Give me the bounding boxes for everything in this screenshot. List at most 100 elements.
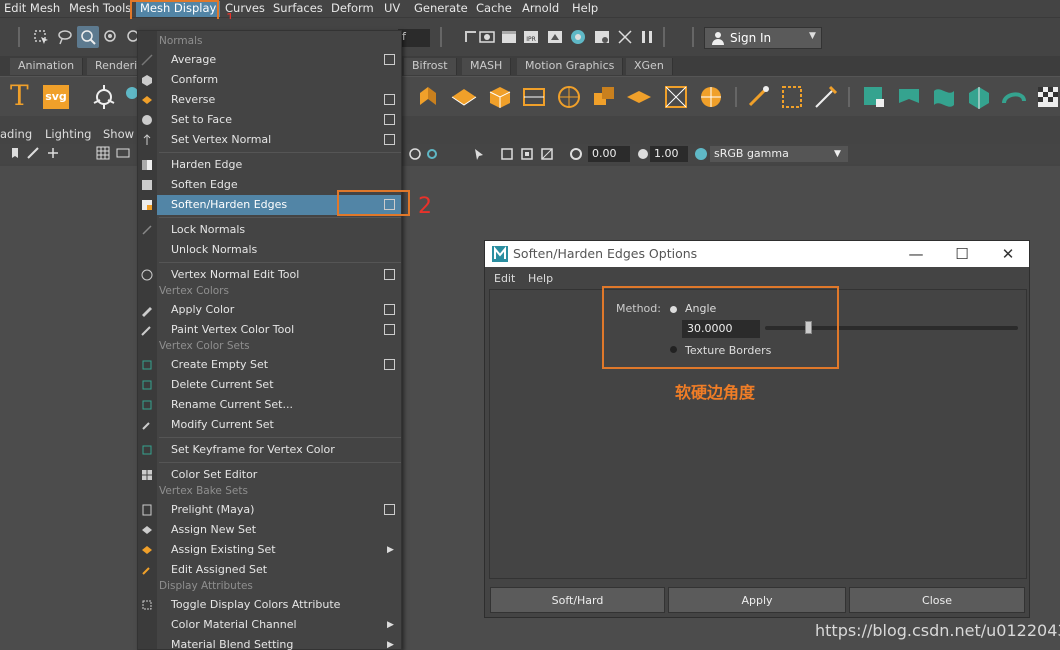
viewport-menu-shading[interactable]: ading [0,127,32,141]
camera-attributes-icon[interactable] [26,146,40,160]
cursor-icon[interactable] [472,147,486,161]
menu-item-create-empty-set[interactable]: Create Empty Set [157,355,401,375]
option-box-icon[interactable] [384,504,395,515]
wireframe-icon[interactable] [540,147,554,161]
color-space-dropdown[interactable]: sRGB gamma ▼ [710,146,848,162]
close-icon[interactable]: ✕ [999,245,1017,263]
frame-all-icon[interactable] [500,147,514,161]
bridge-icon[interactable] [520,83,548,111]
tab-animation[interactable]: Animation [10,58,84,75]
exposure-field[interactable]: 0.00 [588,146,630,162]
tab-motion-graphics[interactable]: Motion Graphics [517,58,624,75]
tab-mash[interactable]: MASH [462,58,512,75]
extrude-icon[interactable] [414,83,442,111]
uv-unfold-icon[interactable] [965,83,993,111]
menu-mesh-tools[interactable]: Mesh Tools [69,1,131,17]
render-frame-icon[interactable] [478,28,496,46]
menu-item-delete-current-set[interactable]: Delete Current Set [157,375,401,395]
cube-icon[interactable] [486,83,514,111]
camera-rig-icon[interactable] [90,83,118,111]
checker-icon[interactable] [1034,83,1060,111]
menu-item-harden-edge[interactable]: Harden Edge [157,155,401,175]
clapboard-icon[interactable] [500,28,518,46]
option-box-icon[interactable] [384,269,395,280]
menu-item-reverse[interactable]: Reverse [157,90,401,110]
knife-icon[interactable] [812,83,840,111]
menu-item-set-vertex-normal[interactable]: Set Vertex Normal [157,130,401,150]
gamma-icon[interactable] [636,147,650,161]
option-box-icon[interactable] [384,94,395,105]
grid-toggle-icon[interactable] [96,146,110,160]
svg-tool-icon[interactable]: svg [43,85,69,109]
render-sequence-icon[interactable] [616,28,634,46]
option-box-icon[interactable] [384,304,395,315]
frame-field[interactable]: f [398,29,430,47]
uv-cut-icon[interactable] [895,83,923,111]
frame-selected-icon[interactable] [520,147,534,161]
combine-icon[interactable] [590,83,618,111]
close-button[interactable]: Close [849,587,1025,613]
sphere-wire-icon[interactable] [555,83,583,111]
menu-arnold[interactable]: Arnold [522,1,559,17]
viewport-menu-lighting[interactable]: Lighting [45,127,91,141]
menu-cache[interactable]: Cache [476,1,512,17]
menu-item-modify-current-set[interactable]: Modify Current Set [157,415,401,435]
lasso-icon[interactable] [56,28,74,46]
menu-item-apply-color[interactable]: Apply Color [157,300,401,320]
option-box-icon[interactable] [384,54,395,65]
apply-button[interactable]: Apply [668,587,846,613]
edge-loop-icon[interactable] [778,83,806,111]
menu-item-material-blend-setting[interactable]: Material Blend Setting ▶ [157,635,401,650]
dialog-menu-help[interactable]: Help [528,272,553,285]
menu-item-assign-existing-set[interactable]: Assign Existing Set ▶ [157,540,401,560]
menu-item-color-material-channel[interactable]: Color Material Channel ▶ [157,615,401,635]
tab-bifrost[interactable]: Bifrost [404,58,457,75]
menu-item-vertex-normal-edit-tool[interactable]: Vertex Normal Edit Tool [157,265,401,285]
xray-icon[interactable] [408,147,422,161]
image-plane-icon[interactable] [46,146,60,160]
menu-item-set-to-face[interactable]: Set to Face [157,110,401,130]
menu-uv[interactable]: UV [384,1,400,17]
menu-edit-mesh[interactable]: Edit Mesh [4,1,60,17]
viewport-menu-show[interactable]: Show [103,127,134,141]
option-box-icon[interactable] [384,359,395,370]
signin-dropdown[interactable]: Sign In ▼ [704,27,822,49]
menu-item-toggle-display-colors[interactable]: Toggle Display Colors Attribute [157,595,401,615]
gamma-field[interactable]: 1.00 [650,146,688,162]
maximize-icon[interactable]: ☐ [953,245,971,263]
menu-item-assign-new-set[interactable]: Assign New Set [157,520,401,540]
soft-hard-button[interactable]: Soft/Hard [490,587,665,613]
ipr-render-icon[interactable]: IPR [522,28,540,46]
bevel-icon[interactable] [450,83,478,111]
menu-item-color-set-editor[interactable]: Color Set Editor [157,465,401,485]
pause-icon[interactable] [638,28,656,46]
menu-generate[interactable]: Generate [414,1,468,17]
menu-item-prelight[interactable]: Prelight (Maya) [157,500,401,520]
minimize-icon[interactable]: — [907,245,925,263]
text-tool-icon[interactable]: T [10,79,29,112]
menu-item-unlock-normals[interactable]: Unlock Normals [157,240,401,260]
menu-item-set-keyframe-vertex-color[interactable]: Set Keyframe for Vertex Color [157,440,401,460]
uv-layout-icon[interactable] [860,83,888,111]
separate-icon[interactable] [625,83,653,111]
color-management-icon[interactable] [694,147,708,161]
film-gate-icon[interactable] [116,146,130,160]
mirror-icon[interactable] [662,83,690,111]
tab-xgen[interactable]: XGen [626,58,673,75]
menu-item-edit-assigned-set[interactable]: Edit Assigned Set [157,560,401,580]
smooth-icon[interactable] [697,83,725,111]
menu-deform[interactable]: Deform [331,1,374,17]
select-vertex-icon[interactable] [32,28,50,46]
menu-item-paint-vertex-color-tool[interactable]: Paint Vertex Color Tool [157,320,401,340]
uv-orient-icon[interactable] [1000,83,1028,111]
menu-surfaces[interactable]: Surfaces [273,1,323,17]
menu-item-lock-normals[interactable]: Lock Normals [157,220,401,240]
exposure-icon[interactable] [569,147,583,161]
menu-item-average[interactable]: Average [157,50,401,70]
dialog-menu-edit[interactable]: Edit [494,272,515,285]
soft-select-icon[interactable] [102,28,120,46]
dialog-titlebar[interactable]: Soften/Harden Edges Options — ☐ ✕ [485,241,1029,267]
isolate-select-icon[interactable] [425,147,439,161]
menu-help[interactable]: Help [572,1,598,17]
menu-item-rename-current-set[interactable]: Rename Current Set... [157,395,401,415]
